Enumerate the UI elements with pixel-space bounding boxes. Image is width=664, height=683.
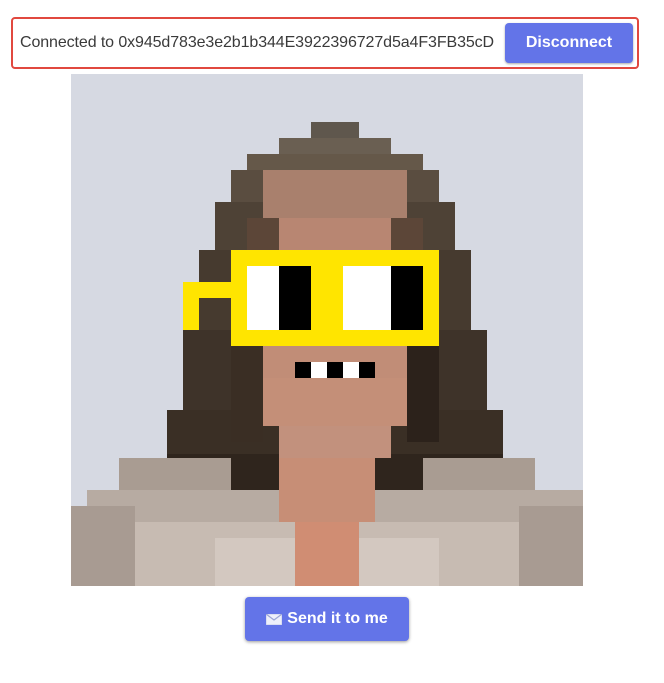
send-it-to-me-button[interactable]: Send it to me bbox=[245, 597, 409, 641]
connection-bar: Connected to 0x945d783e3e2b1b344E3922396… bbox=[11, 17, 639, 69]
disconnect-button[interactable]: Disconnect bbox=[505, 23, 633, 63]
send-button-label: Send it to me bbox=[287, 610, 388, 627]
envelope-icon bbox=[266, 613, 283, 625]
pixel-avatar-image bbox=[71, 74, 583, 586]
connection-status-text: Connected to 0x945d783e3e2b1b344E3922396… bbox=[20, 34, 495, 51]
